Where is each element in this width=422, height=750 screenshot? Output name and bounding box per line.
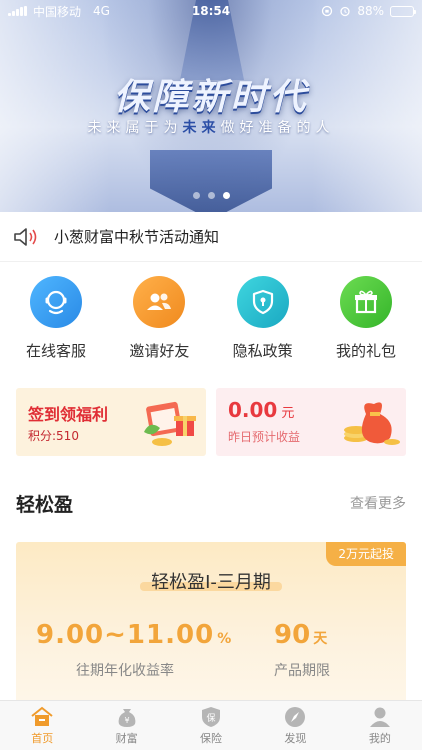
- quick-action-label: 在线客服: [25, 342, 86, 360]
- signin-title: 签到领福利: [28, 405, 109, 424]
- tab-insurance[interactable]: 保 保险: [169, 701, 253, 750]
- carousel-dot-active[interactable]: [222, 192, 230, 199]
- carousel-dot[interactable]: [192, 192, 200, 199]
- insurance-icon: 保: [202, 707, 221, 727]
- battery-percent: 88%: [357, 4, 384, 18]
- product-card[interactable]: 2万元起投 轻松盈I-三月期 9.00~11.00% 往期年化收益率 90 天 产…: [16, 542, 406, 712]
- quick-action-invite-friends[interactable]: 邀请好友: [111, 272, 207, 370]
- announcement-bar[interactable]: 小葱财富中秋节活动通知: [0, 212, 422, 262]
- alarm-icon: [340, 6, 350, 17]
- speaker-icon: [14, 227, 37, 246]
- tab-home[interactable]: 首页: [0, 701, 84, 750]
- hero-banner[interactable]: 保障新时代 未来属于为未来做好准备的人: [0, 0, 422, 212]
- quick-action-customer-service[interactable]: 在线客服: [8, 272, 104, 370]
- calendar-gift-icon: [144, 401, 196, 446]
- banner-title: 保障新时代: [113, 77, 309, 118]
- gift-icon: [339, 276, 392, 328]
- earnings-amount: 0.00 元: [228, 398, 295, 422]
- bottom-tab-bar: 首页 ¥ 财富 保 保险 发现 我的: [0, 700, 422, 750]
- quick-action-my-gift[interactable]: 我的礼包: [318, 272, 414, 370]
- rotation-lock-icon: [322, 5, 333, 17]
- wealth-icon: ¥: [118, 709, 136, 727]
- quick-actions: 在线客服 邀请好友 隐私政策 我的礼包: [0, 272, 422, 370]
- promo-cards: 签到领福利 积分:510 0.00 元 昨日预计收益: [16, 388, 406, 456]
- profile-icon: [369, 707, 390, 727]
- min-investment-badge: 2万元起投: [326, 542, 406, 566]
- carousel-dot[interactable]: [207, 192, 215, 199]
- product-name: 轻松盈I-三月期: [151, 572, 271, 593]
- status-bar: 中国移动 4G 18:54 88%: [0, 0, 422, 22]
- discover-compass-icon: [285, 707, 306, 727]
- carousel-dots: [0, 192, 422, 199]
- product-period: 90 天: [274, 620, 328, 650]
- yesterday-earnings-card[interactable]: 0.00 元 昨日预计收益: [216, 388, 406, 456]
- quick-action-privacy-policy[interactable]: 隐私政策: [215, 272, 311, 370]
- invite-friends-icon: [133, 276, 186, 328]
- section-header: 轻松盈 查看更多: [16, 488, 406, 518]
- network-type: 4G: [93, 4, 110, 18]
- quick-action-label: 邀请好友: [129, 342, 190, 360]
- product-period-label: 产品期限: [274, 663, 330, 679]
- home-icon: [31, 706, 53, 726]
- yield-rate-label: 往期年化收益率: [76, 663, 174, 679]
- banner-subtitle: 未来属于为未来做好准备的人: [87, 120, 335, 136]
- signal-icon: [8, 6, 27, 16]
- app-screen: 保障新时代 未来属于为未来做好准备的人 中国移动 4G 18:54 88% 小葱: [0, 0, 422, 750]
- tab-discover[interactable]: 发现: [253, 701, 337, 750]
- section-title: 轻松盈: [16, 493, 74, 516]
- tab-profile[interactable]: 我的: [338, 701, 422, 750]
- carrier-name: 中国移动: [33, 4, 82, 19]
- signin-reward-card[interactable]: 签到领福利 积分:510: [16, 388, 206, 456]
- battery-icon: [390, 5, 416, 17]
- points-balance: 积分:510: [28, 429, 79, 443]
- privacy-shield-icon: [236, 276, 289, 328]
- quick-action-label: 我的礼包: [335, 342, 396, 360]
- announcement-text: 小葱财富中秋节活动通知: [54, 228, 220, 246]
- earnings-label: 昨日预计收益: [228, 430, 301, 444]
- svg-text:保: 保: [207, 712, 216, 724]
- svg-text:¥: ¥: [124, 716, 129, 725]
- money-bag-icon: [344, 402, 400, 445]
- customer-service-icon: [30, 276, 82, 328]
- yield-rate: 9.00~11.00%: [36, 620, 233, 650]
- view-more-link[interactable]: 查看更多: [350, 493, 406, 513]
- quick-action-label: 隐私政策: [232, 342, 293, 360]
- tab-wealth[interactable]: ¥ 财富: [84, 701, 168, 750]
